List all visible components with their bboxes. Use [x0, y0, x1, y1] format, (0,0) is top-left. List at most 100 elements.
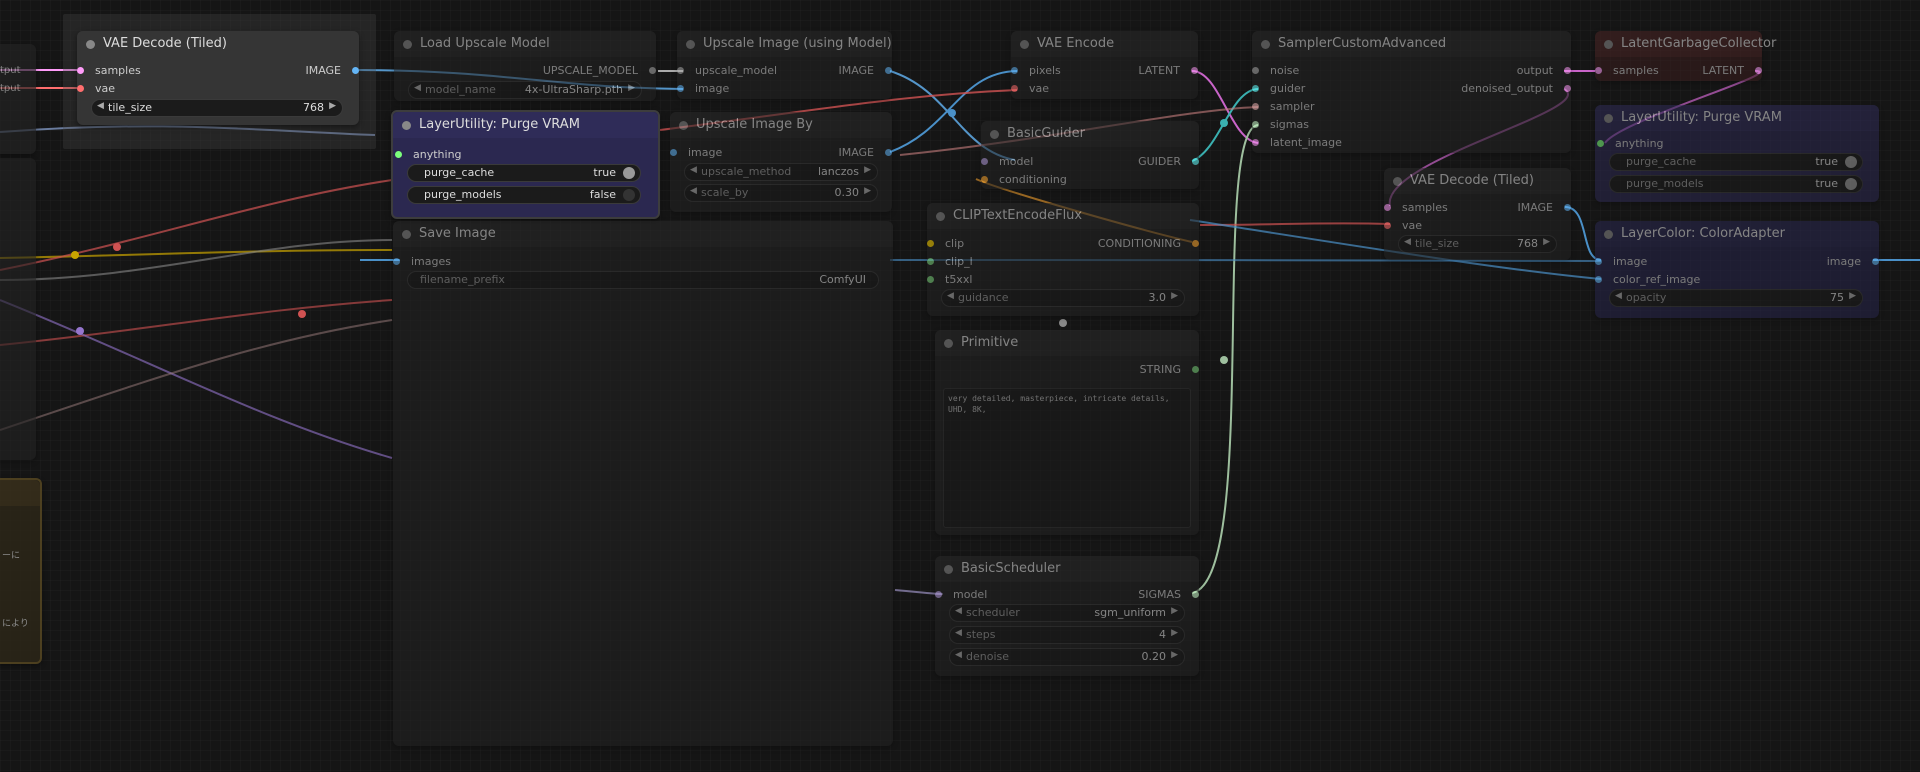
input-image[interactable]: image: [669, 146, 722, 159]
input-vae[interactable]: vae: [1383, 219, 1422, 232]
output-image[interactable]: IMAGE: [305, 64, 359, 77]
widget-denoise[interactable]: ◀ denoise 0.20 ▶: [949, 648, 1185, 666]
node-layer-color-adapter[interactable]: LayerColor: ColorAdapter image color_ref…: [1594, 221, 1880, 318]
decrement-arrow-icon[interactable]: ◀: [1404, 237, 1411, 247]
collapse-dot[interactable]: [936, 212, 945, 221]
toggle-knob-on[interactable]: [1845, 156, 1857, 168]
input-conditioning[interactable]: conditioning: [981, 173, 1067, 186]
input-color-ref-image[interactable]: color_ref_image: [1594, 273, 1700, 286]
collapse-dot[interactable]: [86, 40, 95, 49]
increment-arrow-icon[interactable]: ▶: [864, 165, 871, 175]
widget-opacity[interactable]: ◀ opacity 75 ▶: [1609, 289, 1863, 307]
collapse-dot[interactable]: [1604, 114, 1613, 123]
output-sigmas[interactable]: SIGMAS: [1138, 588, 1199, 601]
output-output[interactable]: output: [1517, 64, 1572, 77]
toggle-knob-off[interactable]: [623, 189, 635, 201]
input-model[interactable]: model: [934, 588, 987, 601]
widget-steps[interactable]: ◀ steps 4 ▶: [949, 626, 1185, 644]
left-partial-note-node[interactable]: ーに により: [0, 478, 42, 664]
collapse-dot[interactable]: [1604, 40, 1613, 49]
decrement-arrow-icon[interactable]: ◀: [955, 628, 962, 638]
decrement-arrow-icon[interactable]: ◀: [955, 606, 962, 616]
collapse-dot[interactable]: [990, 130, 999, 139]
node-latent-garbage-collector[interactable]: LatentGarbageCollector samples LATENT: [1595, 31, 1776, 81]
input-noise[interactable]: noise: [1251, 64, 1299, 77]
input-samples[interactable]: samples: [1384, 201, 1448, 214]
node-basic-guider[interactable]: BasicGuider model conditioning GUIDER: [980, 121, 1199, 189]
collapse-dot[interactable]: [944, 565, 953, 574]
widget-guidance[interactable]: ◀ guidance 3.0 ▶: [941, 289, 1185, 307]
node-vae-decode-tiled-1[interactable]: VAE Decode (Tiled) samples vae IMAGE ◀ ti…: [76, 31, 359, 125]
node-basic-scheduler[interactable]: BasicScheduler model SIGMAS ◀ scheduler sg…: [934, 556, 1199, 676]
increment-arrow-icon[interactable]: ▶: [864, 186, 871, 196]
input-vae[interactable]: vae: [1010, 82, 1049, 95]
increment-arrow-icon[interactable]: ▶: [1543, 237, 1550, 247]
collapse-dot[interactable]: [679, 121, 688, 130]
input-latent-image[interactable]: latent_image: [1252, 136, 1342, 149]
increment-arrow-icon[interactable]: ▶: [628, 83, 635, 93]
input-t5xxl[interactable]: t5xxl: [926, 273, 972, 286]
input-sigmas[interactable]: sigmas: [1252, 118, 1309, 131]
input-samples[interactable]: samples: [1595, 64, 1659, 77]
output-image[interactable]: IMAGE: [838, 64, 892, 77]
input-guider[interactable]: guider: [1251, 82, 1305, 95]
collapse-dot[interactable]: [686, 40, 695, 49]
input-model[interactable]: model: [980, 155, 1033, 168]
output-latent[interactable]: LATENT: [1138, 64, 1198, 77]
toggle-purge-cache[interactable]: purge_cache true: [407, 164, 641, 182]
output-image[interactable]: IMAGE: [1517, 201, 1571, 214]
decrement-arrow-icon[interactable]: ◀: [414, 83, 421, 93]
widget-model-name[interactable]: ◀ model_name 4x-UltraSharp.pth ▶: [408, 81, 642, 99]
collapse-dot[interactable]: [403, 40, 412, 49]
input-anything[interactable]: anything: [395, 148, 462, 161]
input-upscale-model[interactable]: upscale_model: [676, 64, 777, 77]
decrement-arrow-icon[interactable]: ◀: [97, 101, 104, 111]
collapse-dot[interactable]: [1604, 230, 1613, 239]
increment-arrow-icon[interactable]: ▶: [1849, 291, 1856, 301]
decrement-arrow-icon[interactable]: ◀: [690, 165, 697, 175]
collapse-dot[interactable]: [402, 230, 411, 239]
output-denoised-output[interactable]: denoised_output: [1461, 82, 1571, 95]
collapse-dot[interactable]: [944, 339, 953, 348]
node-save-image[interactable]: Save Image images filename_prefix ComfyUI: [393, 221, 893, 746]
widget-tile-size[interactable]: ◀ tile_size 768 ▶: [91, 99, 343, 117]
node-load-upscale-model[interactable]: Load Upscale Model UPSCALE_MODEL ◀ model_…: [394, 31, 657, 101]
toggle-purge-cache[interactable]: purge_cache true: [1609, 153, 1863, 171]
toggle-purge-models[interactable]: purge_models false: [407, 186, 641, 204]
input-image[interactable]: image: [1594, 255, 1647, 268]
node-sampler-custom-advanced[interactable]: SamplerCustomAdvanced noise guider sampl…: [1251, 31, 1572, 153]
input-pixels[interactable]: pixels: [1011, 64, 1061, 77]
input-anything[interactable]: anything: [1597, 137, 1664, 150]
increment-arrow-icon[interactable]: ▶: [1171, 628, 1178, 638]
output-guider[interactable]: GUIDER: [1138, 155, 1199, 168]
node-vae-encode[interactable]: VAE Encode pixels vae LATENT: [1010, 31, 1198, 99]
output-upscale-model[interactable]: UPSCALE_MODEL: [543, 64, 657, 77]
input-clip[interactable]: clip: [926, 237, 964, 250]
widget-tile-size[interactable]: ◀ tile_size 768 ▶: [1398, 235, 1557, 253]
graph-canvas[interactable]: tput tput ーに により VAE Decode (Tiled) samp…: [0, 0, 1920, 772]
toggle-purge-models[interactable]: purge_models true: [1609, 175, 1863, 193]
output-latent[interactable]: LATENT: [1702, 64, 1762, 77]
widget-upscale-method[interactable]: ◀ upscale_method lanczos ▶: [684, 163, 878, 181]
input-vae[interactable]: vae: [76, 82, 115, 95]
widget-scale-by[interactable]: ◀ scale_by 0.30 ▶: [684, 184, 878, 202]
prompt-textarea[interactable]: very detailed, masterpiece, intricate de…: [943, 388, 1191, 528]
increment-arrow-icon[interactable]: ▶: [1171, 606, 1178, 616]
increment-arrow-icon[interactable]: ▶: [329, 101, 336, 111]
input-samples[interactable]: samples: [77, 64, 141, 77]
input-sampler[interactable]: sampler: [1252, 100, 1315, 113]
collapse-dot[interactable]: [402, 121, 411, 130]
input-clip-l[interactable]: clip_l: [927, 255, 973, 268]
increment-arrow-icon[interactable]: ▶: [1171, 650, 1178, 660]
output-conditioning[interactable]: CONDITIONING: [1098, 237, 1200, 250]
toggle-knob-on[interactable]: [1845, 178, 1857, 190]
node-primitive[interactable]: Primitive STRING very detailed, masterpi…: [935, 330, 1200, 535]
output-string[interactable]: STRING: [1140, 363, 1200, 376]
node-vae-decode-tiled-2[interactable]: VAE Decode (Tiled) samples vae IMAGE ◀ ti…: [1383, 168, 1571, 260]
collapse-dot[interactable]: [1393, 177, 1402, 186]
widget-filename-prefix[interactable]: filename_prefix ComfyUI: [407, 271, 879, 289]
input-images[interactable]: images: [393, 255, 451, 268]
left-partial-node-middle[interactable]: [0, 158, 36, 460]
collapse-dot[interactable]: [1261, 40, 1270, 49]
output-image[interactable]: image: [1827, 255, 1880, 268]
